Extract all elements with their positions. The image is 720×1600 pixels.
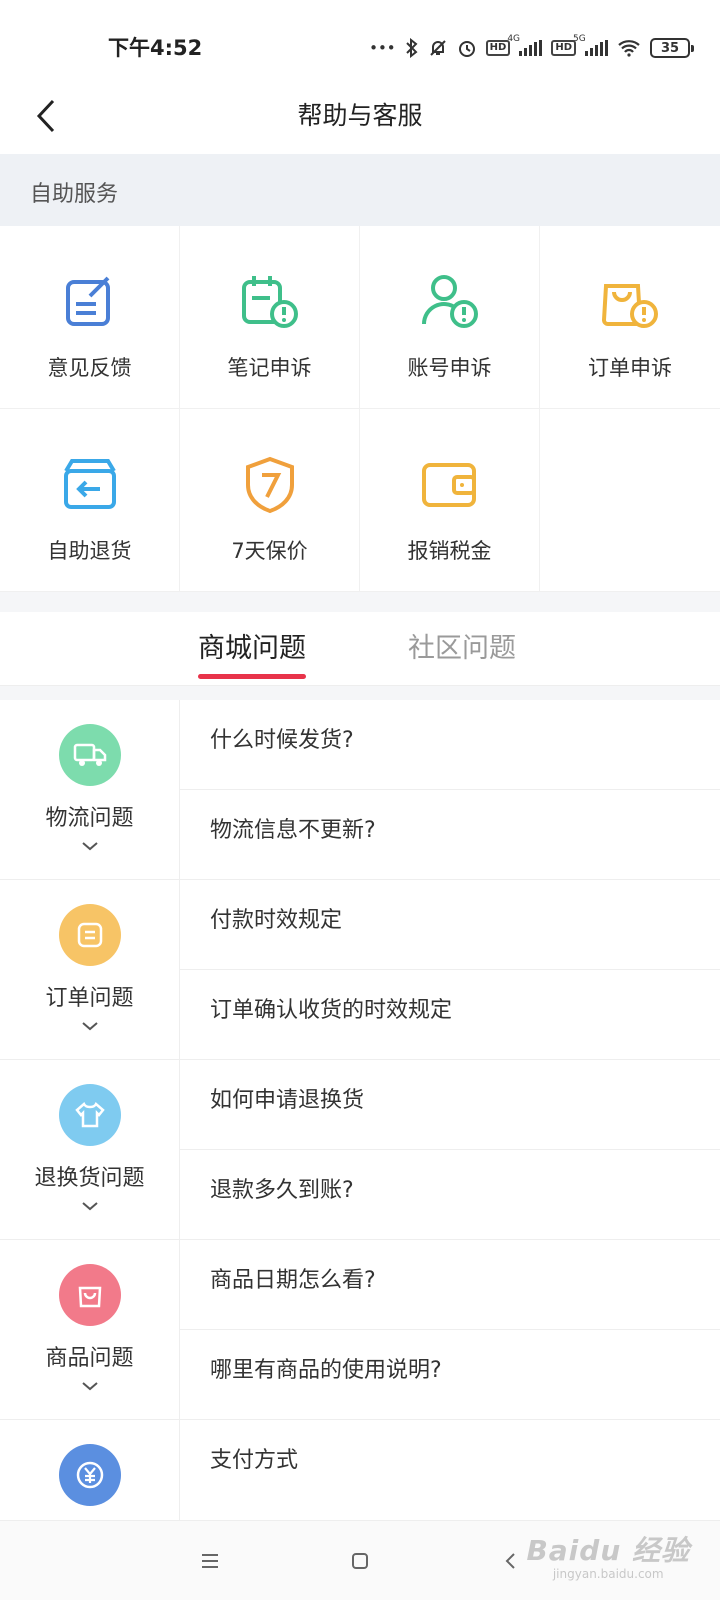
faq-section: 物流问题 什么时候发货? 物流信息不更新? 订单问题 付款时效规定 订单确认收货… <box>0 700 720 1520</box>
wallet-icon <box>418 453 482 517</box>
more-dots-icon: ••• <box>369 39 396 57</box>
faq-group-order: 订单问题 付款时效规定 订单确认收货的时效规定 <box>0 880 720 1060</box>
question-item[interactable]: 哪里有商品的使用说明? <box>180 1330 720 1420</box>
question-item[interactable]: 物流信息不更新? <box>180 790 720 880</box>
category-label: 订单问题 <box>45 986 134 1011</box>
service-label: 7天保价 <box>231 539 308 563</box>
baidu-watermark: Baidu 经验 jingyan.baidu.com <box>526 1529 690 1581</box>
signal-4g-icon: 4G <box>507 34 543 56</box>
service-tax-refund[interactable]: 报销税金 <box>360 409 540 592</box>
watermark-logo: Baidu 经验 <box>526 1534 690 1567</box>
home-nav-button[interactable] <box>340 1543 380 1579</box>
price-protect-shield-icon <box>238 453 302 517</box>
faq-group-payment: 支付方式 <box>0 1420 720 1520</box>
question-list: 支付方式 <box>180 1420 720 1520</box>
category-logistics[interactable]: 物流问题 <box>0 700 180 879</box>
status-time: 下午4:52 <box>108 36 203 60</box>
system-nav-bar: Baidu 经验 jingyan.baidu.com <box>0 1520 720 1600</box>
watermark-url: jingyan.baidu.com <box>552 1567 664 1581</box>
category-payment[interactable] <box>0 1420 180 1520</box>
service-note-appeal[interactable]: 笔记申诉 <box>180 226 360 409</box>
return-box-icon <box>58 453 122 517</box>
chevron-down-icon <box>80 1018 100 1034</box>
question-item[interactable]: 支付方式 <box>180 1420 720 1510</box>
shirt-icon <box>58 1084 121 1146</box>
feedback-icon <box>58 270 122 334</box>
service-price-protect[interactable]: 7天保价 <box>180 409 360 592</box>
chevron-down-icon <box>80 838 100 854</box>
category-order[interactable]: 订单问题 <box>0 880 180 1059</box>
status-bar: 下午4:52 ••• HD 4G HD 5G 35 <box>0 0 720 80</box>
section-title: 自助服务 <box>30 182 119 207</box>
category-label: 物流问题 <box>45 806 134 831</box>
header: 帮助与客服 <box>0 80 720 154</box>
bluetooth-icon <box>405 38 419 58</box>
service-label: 笔记申诉 <box>227 356 312 380</box>
category-label: 商品问题 <box>45 1346 134 1371</box>
service-self-return[interactable]: 自助退货 <box>0 409 180 592</box>
page-title: 帮助与客服 <box>297 101 423 130</box>
square-home-icon <box>352 1553 368 1569</box>
service-account-appeal[interactable]: 账号申诉 <box>360 226 540 409</box>
hamburger-icon <box>202 1554 218 1568</box>
question-item[interactable]: 商品日期怎么看? <box>180 1240 720 1330</box>
chevron-down-icon <box>80 1198 100 1214</box>
wifi-icon <box>617 39 641 57</box>
service-order-appeal[interactable]: 订单申诉 <box>540 226 720 409</box>
faq-group-product: 商品问题 商品日期怎么看? 哪里有商品的使用说明? <box>0 1240 720 1420</box>
tab-mall-questions[interactable]: 商城问题 <box>198 626 306 679</box>
tab-community-questions[interactable]: 社区问题 <box>408 626 516 675</box>
category-return[interactable]: 退换货问题 <box>0 1060 180 1239</box>
faq-group-return: 退换货问题 如何申请退换货 退款多久到账? <box>0 1060 720 1240</box>
question-list: 如何申请退换货 退款多久到账? <box>180 1060 720 1239</box>
service-label: 意见反馈 <box>47 356 132 380</box>
service-label: 订单申诉 <box>588 356 672 380</box>
question-list: 付款时效规定 订单确认收货的时效规定 <box>180 880 720 1059</box>
yuan-coin-icon <box>58 1444 121 1506</box>
alarm-icon <box>457 38 477 58</box>
shopping-bag-icon <box>58 1264 121 1326</box>
service-feedback[interactable]: 意见反馈 <box>0 226 180 409</box>
question-list: 商品日期怎么看? 哪里有商品的使用说明? <box>180 1240 720 1419</box>
service-label: 账号申诉 <box>407 356 492 380</box>
account-appeal-icon <box>418 270 482 334</box>
note-appeal-icon <box>238 270 302 334</box>
menu-nav-button[interactable] <box>190 1543 230 1579</box>
question-item[interactable]: 什么时候发货? <box>180 700 720 790</box>
self-service-header: 自助服务 <box>0 154 720 226</box>
status-icons: ••• HD 4G HD 5G 35 <box>369 34 694 62</box>
question-item[interactable]: 付款时效规定 <box>180 880 720 970</box>
question-item[interactable]: 订单确认收货的时效规定 <box>180 970 720 1060</box>
question-list: 什么时候发货? 物流信息不更新? <box>180 700 720 879</box>
category-label: 退换货问题 <box>34 1166 145 1191</box>
service-empty-slot <box>540 409 720 592</box>
mute-bell-icon <box>428 38 448 58</box>
battery-icon: 35 <box>650 38 694 58</box>
question-item[interactable]: 退款多久到账? <box>180 1150 720 1240</box>
order-appeal-icon <box>598 270 662 334</box>
service-label: 自助退货 <box>47 539 132 563</box>
chevron-down-icon <box>80 1378 100 1394</box>
back-nav-button[interactable] <box>490 1543 530 1579</box>
order-doc-icon <box>58 904 121 966</box>
truck-icon <box>58 724 121 786</box>
question-item[interactable]: 如何申请退换货 <box>180 1060 720 1150</box>
faq-group-logistics: 物流问题 什么时候发货? 物流信息不更新? <box>0 700 720 880</box>
category-product[interactable]: 商品问题 <box>0 1240 180 1419</box>
self-service-grid: 意见反馈 笔记申诉 账号申诉 订单申诉 自助退货 7天保价 报销税金 <box>0 226 720 592</box>
signal-5g-icon: 5G <box>573 34 608 56</box>
service-label: 报销税金 <box>407 539 492 563</box>
question-tabs: 商城问题 社区问题 <box>0 612 720 686</box>
triangle-back-icon <box>505 1553 515 1569</box>
